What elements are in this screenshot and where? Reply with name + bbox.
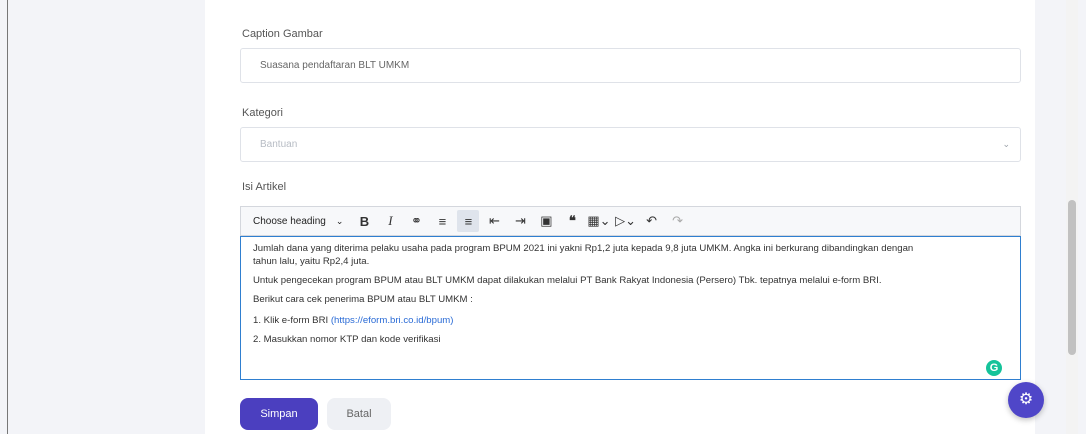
editor-toolbar: Choose heading ⌄ B I ⚭ ≡ ≡ ⇤ ⇥ ▣ ❝ ▦⌄ ▷⌄…	[240, 206, 1021, 236]
category-label: Kategori	[242, 107, 283, 119]
table-icon[interactable]: ▦⌄	[587, 210, 610, 232]
link-icon[interactable]: ⚭	[405, 210, 427, 232]
save-button[interactable]: Simpan	[240, 398, 318, 430]
image-icon[interactable]: ▣	[535, 210, 557, 232]
editor-paragraph-1b: tahun lalu, yaitu Rp2,4 juta.	[253, 256, 370, 267]
heading-dropdown[interactable]: Choose heading ⌄	[241, 207, 351, 235]
editor-paragraph-2: Untuk pengecekan program BPUM atau BLT U…	[253, 275, 882, 286]
caption-label: Caption Gambar	[242, 28, 323, 40]
list-item-1: 1. Klik e-form BRI	[253, 315, 331, 326]
outdent-icon[interactable]: ⇤	[483, 210, 505, 232]
heading-dropdown-label: Choose heading	[253, 215, 326, 227]
scrollbar-thumb[interactable]	[1068, 200, 1076, 355]
editor-paragraph-1a: Jumlah dana yang diterima pelaku usaha p…	[253, 243, 914, 254]
grammarly-icon[interactable]: G	[986, 360, 1002, 376]
list-item-2: 2. Masukkan nomor KTP dan kode verifikas…	[253, 334, 441, 345]
category-select[interactable]: Bantuan ⌄	[240, 127, 1021, 162]
editor-paragraph-3: Berikut cara cek penerima BPUM atau BLT …	[253, 294, 473, 305]
category-value: Bantuan	[260, 139, 298, 150]
chevron-down-icon: ⌄	[1002, 139, 1010, 149]
media-icon[interactable]: ▷⌄	[615, 210, 637, 232]
cancel-button[interactable]: Batal	[327, 398, 391, 430]
chevron-down-icon: ⌄	[335, 215, 344, 226]
bold-icon[interactable]: B	[353, 210, 375, 232]
indent-icon[interactable]: ⇥	[509, 210, 531, 232]
caption-input[interactable]: Suasana pendaftaran BLT UMKM	[240, 48, 1021, 83]
settings-gear-icon[interactable]: ⚙	[1008, 382, 1044, 418]
quote-icon[interactable]: ❝	[561, 210, 583, 232]
redo-icon[interactable]: ↷	[667, 210, 689, 232]
article-editor[interactable]: Jumlah dana yang diterima pelaku usaha p…	[240, 236, 1021, 380]
article-label: Isi Artikel	[242, 181, 287, 193]
italic-icon[interactable]: I	[379, 210, 401, 232]
numbered-list-icon[interactable]: ≡	[457, 210, 480, 232]
eform-link[interactable]: (https://eform.bri.co.id/bpum)	[331, 315, 454, 326]
undo-icon[interactable]: ↶	[641, 210, 663, 232]
bulleted-list-icon[interactable]: ≡	[431, 210, 453, 232]
